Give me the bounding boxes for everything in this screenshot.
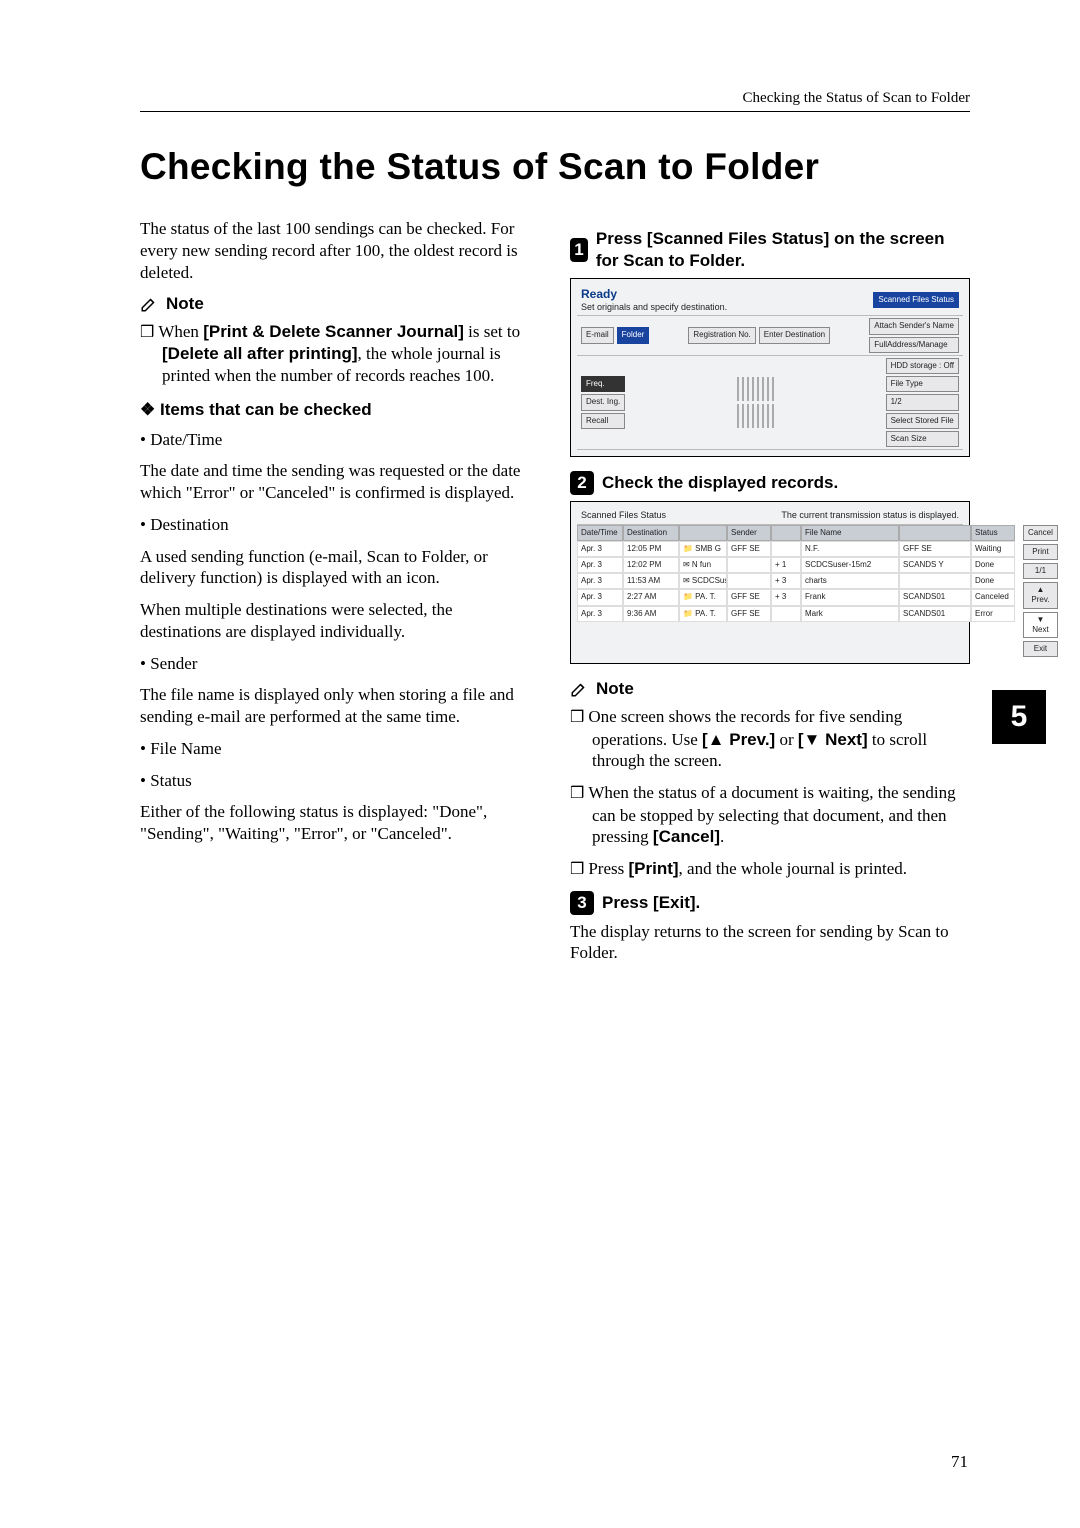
table-row[interactable]: Apr. 312:05 PM📁 SMB GGFF SEN.F.GFF SEWai… <box>577 541 1015 557</box>
screenshot-status-table: Scanned Files Status The current transmi… <box>570 501 970 664</box>
item-datetime-body: The date and time the sending was reques… <box>140 460 536 504</box>
left-column: The status of the last 100 sendings can … <box>140 218 536 974</box>
print-button[interactable]: Print <box>1023 544 1058 560</box>
table-row[interactable]: Apr. 312:02 PM✉ N fun+ 1SCDCSuser-15m2SC… <box>577 557 1015 573</box>
intro-paragraph: The status of the last 100 sendings can … <box>140 218 536 283</box>
shot1-ready: Ready <box>581 287 617 301</box>
item-datetime-head: Date/Time <box>140 429 536 451</box>
page-indicator: 1/1 <box>1023 563 1058 579</box>
step-1-badge: 1 <box>570 238 588 262</box>
right-note-1: One screen shows the records for five se… <box>570 706 970 772</box>
item-sender-head: Sender <box>140 653 536 675</box>
note-label-text: Note <box>166 293 204 315</box>
item-filename-head: File Name <box>140 738 536 760</box>
note-label-text: Note <box>596 678 634 700</box>
table-row[interactable]: Apr. 32:27 AM📁 PA. T.GFF SE+ 3FrankSCAND… <box>577 589 1015 605</box>
pencil-icon <box>140 295 158 313</box>
step-2-badge: 2 <box>570 471 594 495</box>
next-button[interactable]: ▼ Next <box>1023 612 1058 638</box>
item-destination-body2: When multiple destinations were selected… <box>140 599 536 643</box>
table-row[interactable]: Apr. 311:53 AM✉ SCDCSuser-15m 4+ 3charts… <box>577 573 1015 589</box>
scanned-files-status-tab[interactable]: Scanned Files Status <box>873 292 959 308</box>
shot1-tab-folder[interactable]: Folder <box>617 327 650 343</box>
prev-button[interactable]: ▲ Prev. <box>1023 582 1058 608</box>
item-destination-head: Destination <box>140 514 536 536</box>
col-datetime: Date/Time <box>577 525 623 541</box>
cancel-button[interactable]: Cancel <box>1023 525 1058 541</box>
shot1-tab-email[interactable]: E-mail <box>581 327 614 343</box>
item-status-head: Status <box>140 770 536 792</box>
shot1-enterdest[interactable]: Enter Destination <box>759 327 830 343</box>
item-destination-body1: A used sending function (e-mail, Scan to… <box>140 546 536 590</box>
right-note-3: Press [Print], and the whole journal is … <box>570 858 970 880</box>
col-filename: File Name <box>801 525 899 541</box>
step-3-badge: 3 <box>570 891 594 915</box>
step-3-body: The display returns to the screen for se… <box>570 921 970 965</box>
note-heading-right: Note <box>570 678 970 700</box>
col-sender: Sender <box>727 525 771 541</box>
table-row[interactable]: Apr. 39:36 AM📁 PA. T.GFF SEMarkSCANDS01E… <box>577 606 1015 622</box>
shot1-destiny[interactable]: Dest. Ing. <box>581 394 625 410</box>
shot1-pager[interactable]: 1/2 <box>886 394 959 410</box>
screenshot-scan-screen: Ready Set originals and specify destinat… <box>570 278 970 458</box>
running-head: Checking the Status of Scan to Folder <box>140 90 970 112</box>
shot2-title: Scanned Files Status <box>581 510 666 522</box>
item-sender-body: The file name is displayed only when sto… <box>140 684 536 728</box>
pencil-icon <box>570 680 588 698</box>
col-destination: Destination <box>623 525 679 541</box>
shot1-scansize[interactable]: Scan Size <box>886 431 959 447</box>
chapter-thumb-tab: 5 <box>992 690 1046 744</box>
right-note-2: When the status of a document is waiting… <box>570 782 970 848</box>
shot1-attach[interactable]: Attach Sender's Name <box>869 318 959 334</box>
step-3: 3 Press [Exit]. <box>570 891 970 915</box>
shot1-freq[interactable]: Freq. <box>581 376 625 392</box>
shot1-addrmanage[interactable]: FullAddress/Manage <box>869 337 959 353</box>
note-heading-left: Note <box>140 293 536 315</box>
col-status: Status <box>971 525 1015 541</box>
page-number: 71 <box>951 1452 968 1472</box>
exit-button[interactable]: Exit <box>1023 641 1058 657</box>
shot2-subtitle: The current transmission status is displ… <box>781 510 959 522</box>
step-1: 1 Press [Scanned Files Status] on the sc… <box>570 228 970 272</box>
shot1-stored[interactable]: Select Stored File <box>886 413 959 429</box>
shot1-recall[interactable]: Recall <box>581 413 625 429</box>
items-heading: Items that can be checked <box>140 399 536 421</box>
shot1-regno[interactable]: Registration No. <box>688 327 755 343</box>
page-title: Checking the Status of Scan to Folder <box>140 146 970 188</box>
shot1-hdd[interactable]: HDD storage : Off <box>886 358 959 374</box>
item-status-body: Either of the following status is displa… <box>140 801 536 845</box>
left-note-item: When [Print & Delete Scanner Journal] is… <box>140 321 536 387</box>
shot1-filetype[interactable]: File Type <box>886 376 959 392</box>
step-2: 2 Check the displayed records. <box>570 471 970 495</box>
right-column: 1 Press [Scanned Files Status] on the sc… <box>570 218 970 974</box>
shot1-subtitle: Set originals and specify destination. <box>581 302 727 312</box>
